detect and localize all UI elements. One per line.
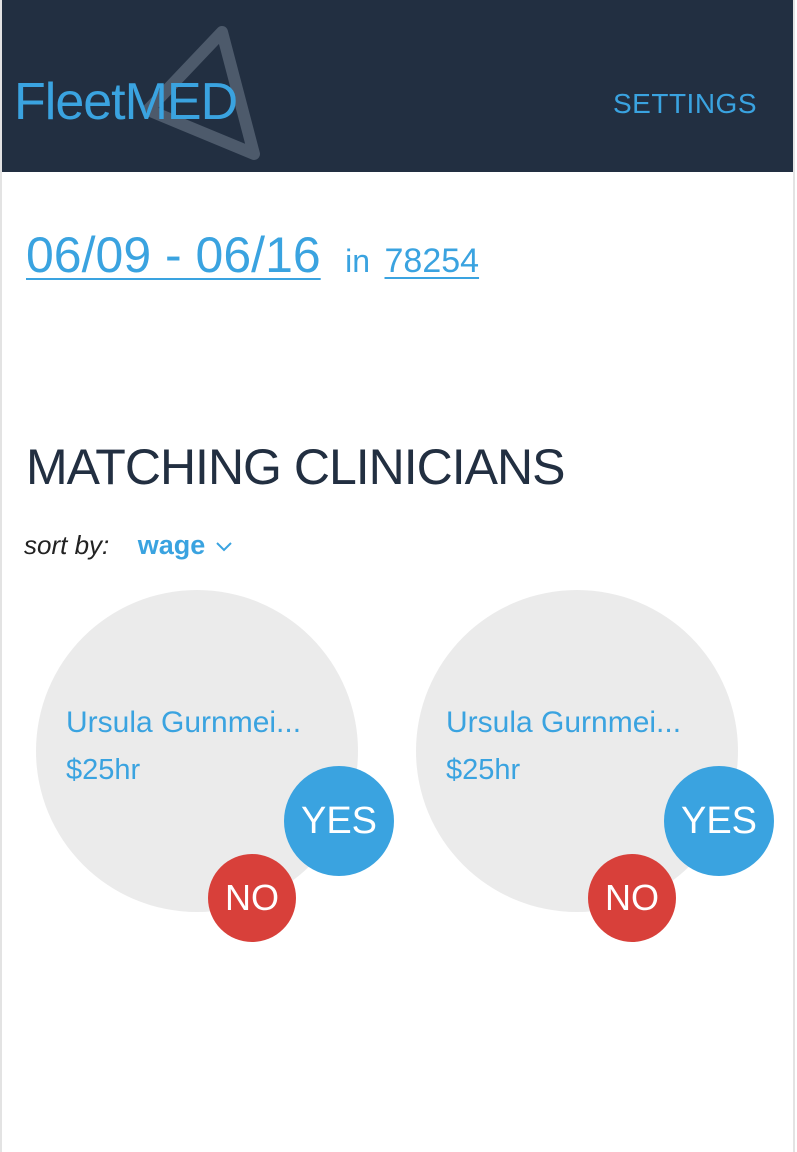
yes-button[interactable]: YES (664, 766, 774, 876)
clinician-card: Ursula Gurnmei... $25hr YES NO (36, 590, 416, 950)
search-summary: 06/09 - 06/16 in 78254 (26, 226, 479, 284)
chevron-down-icon (216, 542, 232, 552)
sort-label: sort by: (24, 530, 110, 560)
sort-row: sort by: wage (24, 530, 232, 561)
logo-fleet-text: Fleet (14, 73, 126, 131)
no-button[interactable]: NO (208, 854, 296, 942)
clinician-name: Ursula Gurnmei... (66, 706, 302, 739)
sort-dropdown[interactable]: wage (138, 530, 232, 560)
app-logo[interactable]: FleetMED (14, 72, 239, 132)
section-title: MATCHING CLINICIANS (26, 439, 565, 495)
app-frame (0, 0, 795, 1152)
yes-button[interactable]: YES (284, 766, 394, 876)
logo-med-text: MED (124, 73, 239, 131)
date-range-link[interactable]: 06/09 - 06/16 (26, 227, 321, 283)
app-header: FleetMED SETTINGS (2, 0, 793, 172)
clinician-rate: $25hr (446, 754, 521, 786)
clinician-name: Ursula Gurnmei... (446, 706, 682, 739)
zip-code-link[interactable]: 78254 (385, 242, 480, 280)
clinician-rate: $25hr (66, 754, 141, 786)
in-label: in (345, 243, 371, 279)
clinician-card: Ursula Gurnmei... $25hr YES NO (416, 590, 796, 950)
sort-value-text: wage (137, 530, 206, 560)
settings-link[interactable]: SETTINGS (613, 88, 757, 120)
no-button[interactable]: NO (588, 854, 676, 942)
